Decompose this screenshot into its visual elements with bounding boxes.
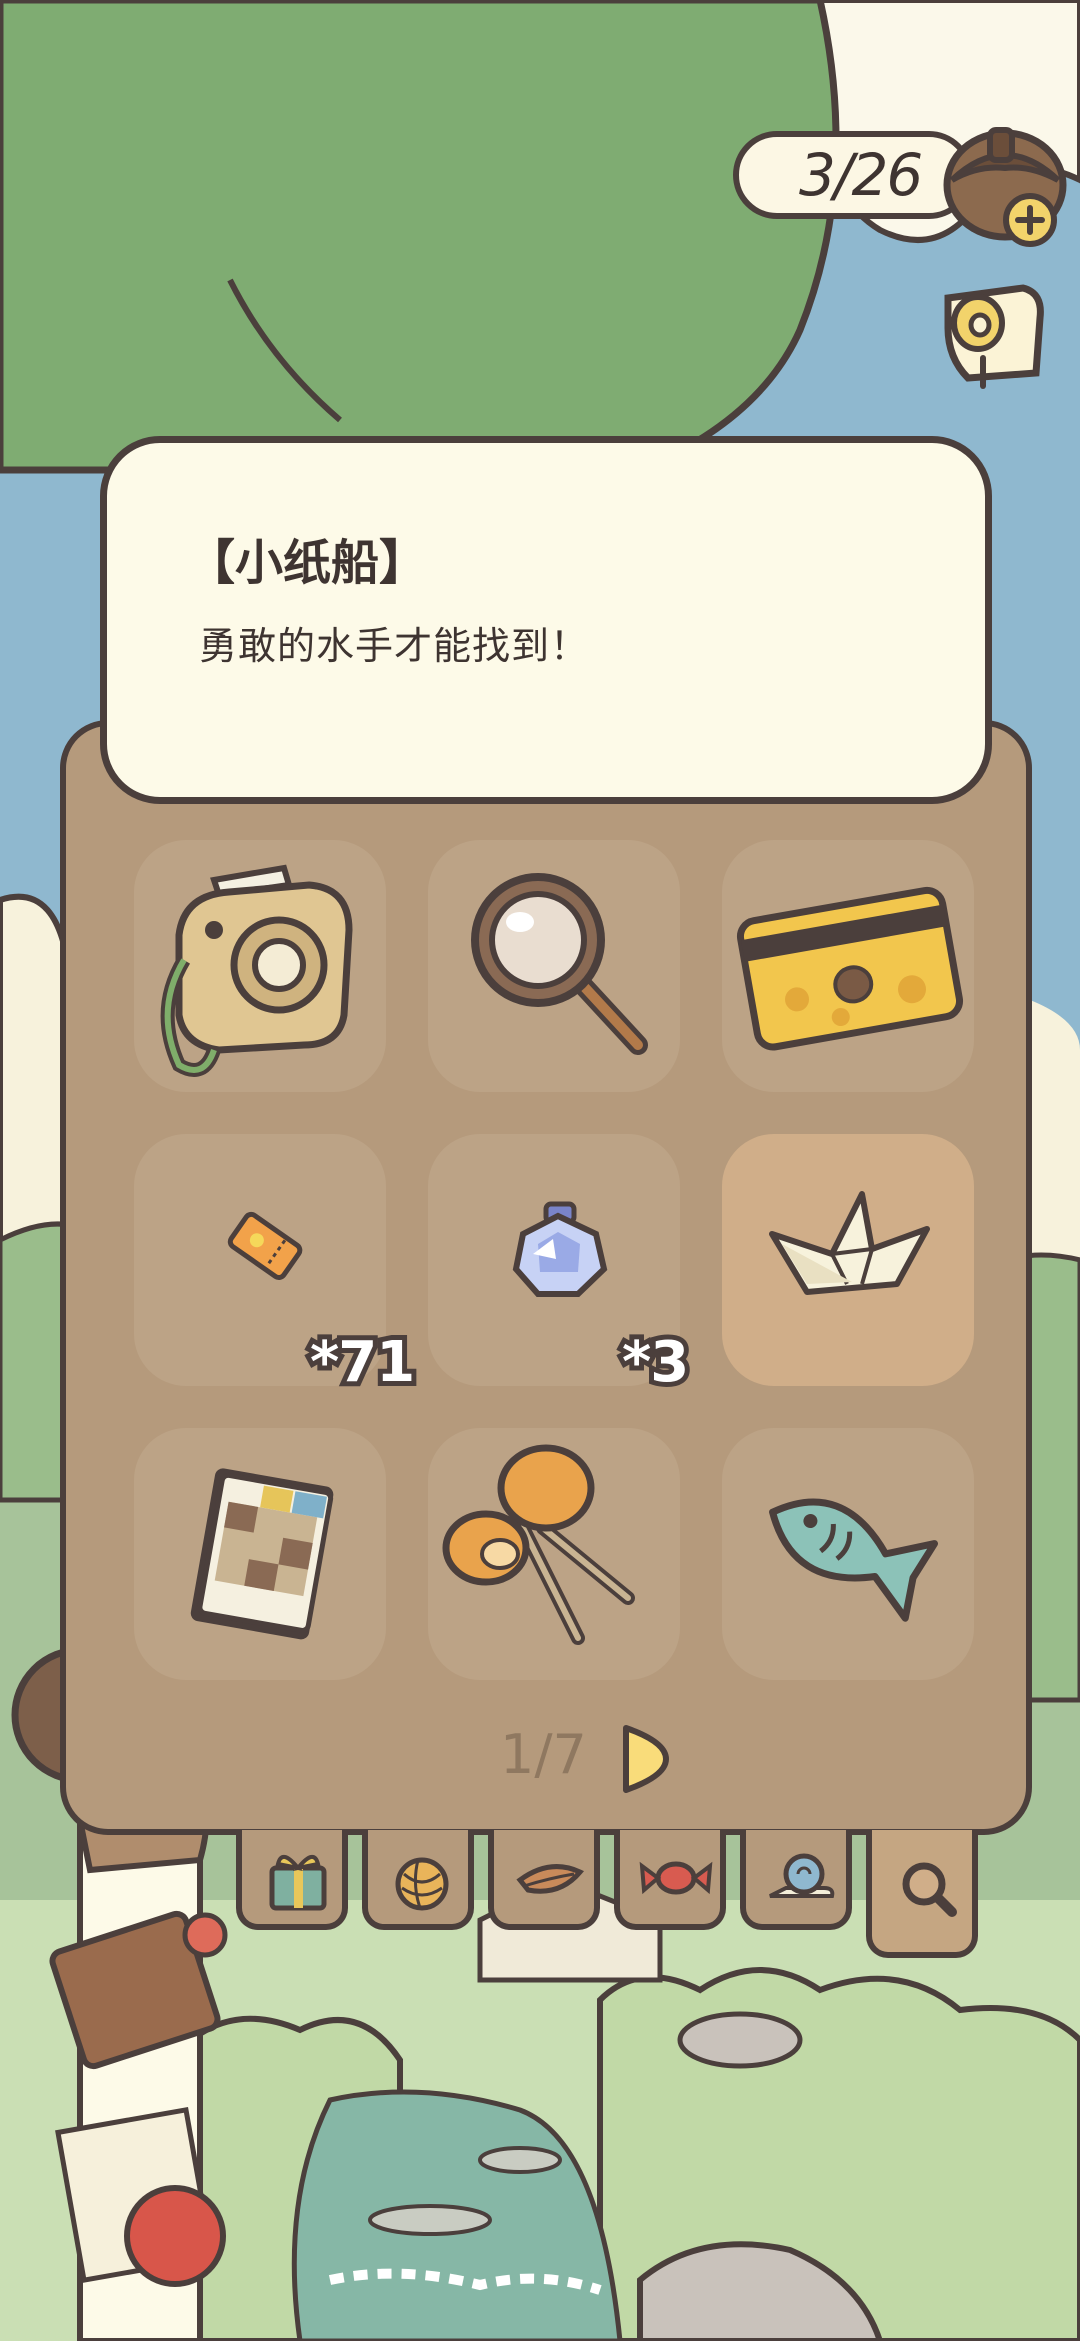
castanets-icon — [442, 1444, 635, 1645]
item-description-bubble: 【小纸船】 勇敢的水手才能找到！ — [100, 436, 992, 804]
next-arrow-icon — [623, 1725, 669, 1793]
snail-icon — [769, 1853, 835, 1898]
tab-yarn[interactable] — [362, 1830, 474, 1930]
tab-gifts[interactable] — [236, 1830, 348, 1930]
tab-candy[interactable] — [614, 1830, 726, 1930]
inventory-slot-magnifier[interactable] — [428, 840, 680, 1092]
fish-icon — [769, 1498, 939, 1622]
inventory-slot-ticket[interactable]: *71 — [134, 1134, 420, 1400]
tab-leaves[interactable] — [488, 1830, 600, 1930]
inventory-slot-camera[interactable] — [134, 840, 386, 1092]
inventory-slot-castanets[interactable] — [428, 1428, 680, 1680]
yarn-icon — [395, 1857, 449, 1911]
item-description: 勇敢的水手才能找到！ — [199, 624, 590, 668]
inventory-slot-gold-card[interactable] — [722, 840, 974, 1092]
picture-book-icon — [190, 1468, 334, 1640]
inventory-slot-crystal[interactable]: *3 — [428, 1134, 694, 1400]
inventory-panel: *71 *3 — [60, 720, 1032, 1835]
add-acorn-button[interactable] — [930, 110, 1070, 250]
acorn-count: 3/26 — [799, 141, 923, 209]
tab-snail[interactable] — [740, 1830, 852, 1930]
candy-icon — [639, 1861, 713, 1895]
acorn-icon — [943, 127, 1067, 247]
paper-boat-icon — [769, 1191, 930, 1295]
leaf-icon — [516, 1864, 585, 1894]
inventory-slot-picture-book[interactable] — [134, 1428, 386, 1680]
search-icon — [902, 1862, 957, 1917]
next-page-button[interactable] — [616, 1722, 672, 1796]
quantity-label: *3 — [617, 1325, 694, 1400]
gift-icon — [269, 1855, 327, 1911]
inventory-slot-fish[interactable] — [722, 1428, 974, 1680]
tab-search[interactable] — [866, 1830, 978, 1958]
inventory-slot-paper-boat[interactable] — [722, 1134, 974, 1386]
item-name: 【小纸船】 — [187, 535, 428, 591]
magnifying-glass-icon — [471, 873, 648, 1055]
quantity-label: *71 — [305, 1325, 420, 1400]
camera-icon — [160, 864, 353, 1077]
ticket-button[interactable] — [928, 268, 1058, 398]
page-indicator: 1/7 — [500, 1723, 587, 1786]
ticket-roll-icon — [944, 284, 1044, 389]
gold-card-icon — [736, 886, 964, 1051]
